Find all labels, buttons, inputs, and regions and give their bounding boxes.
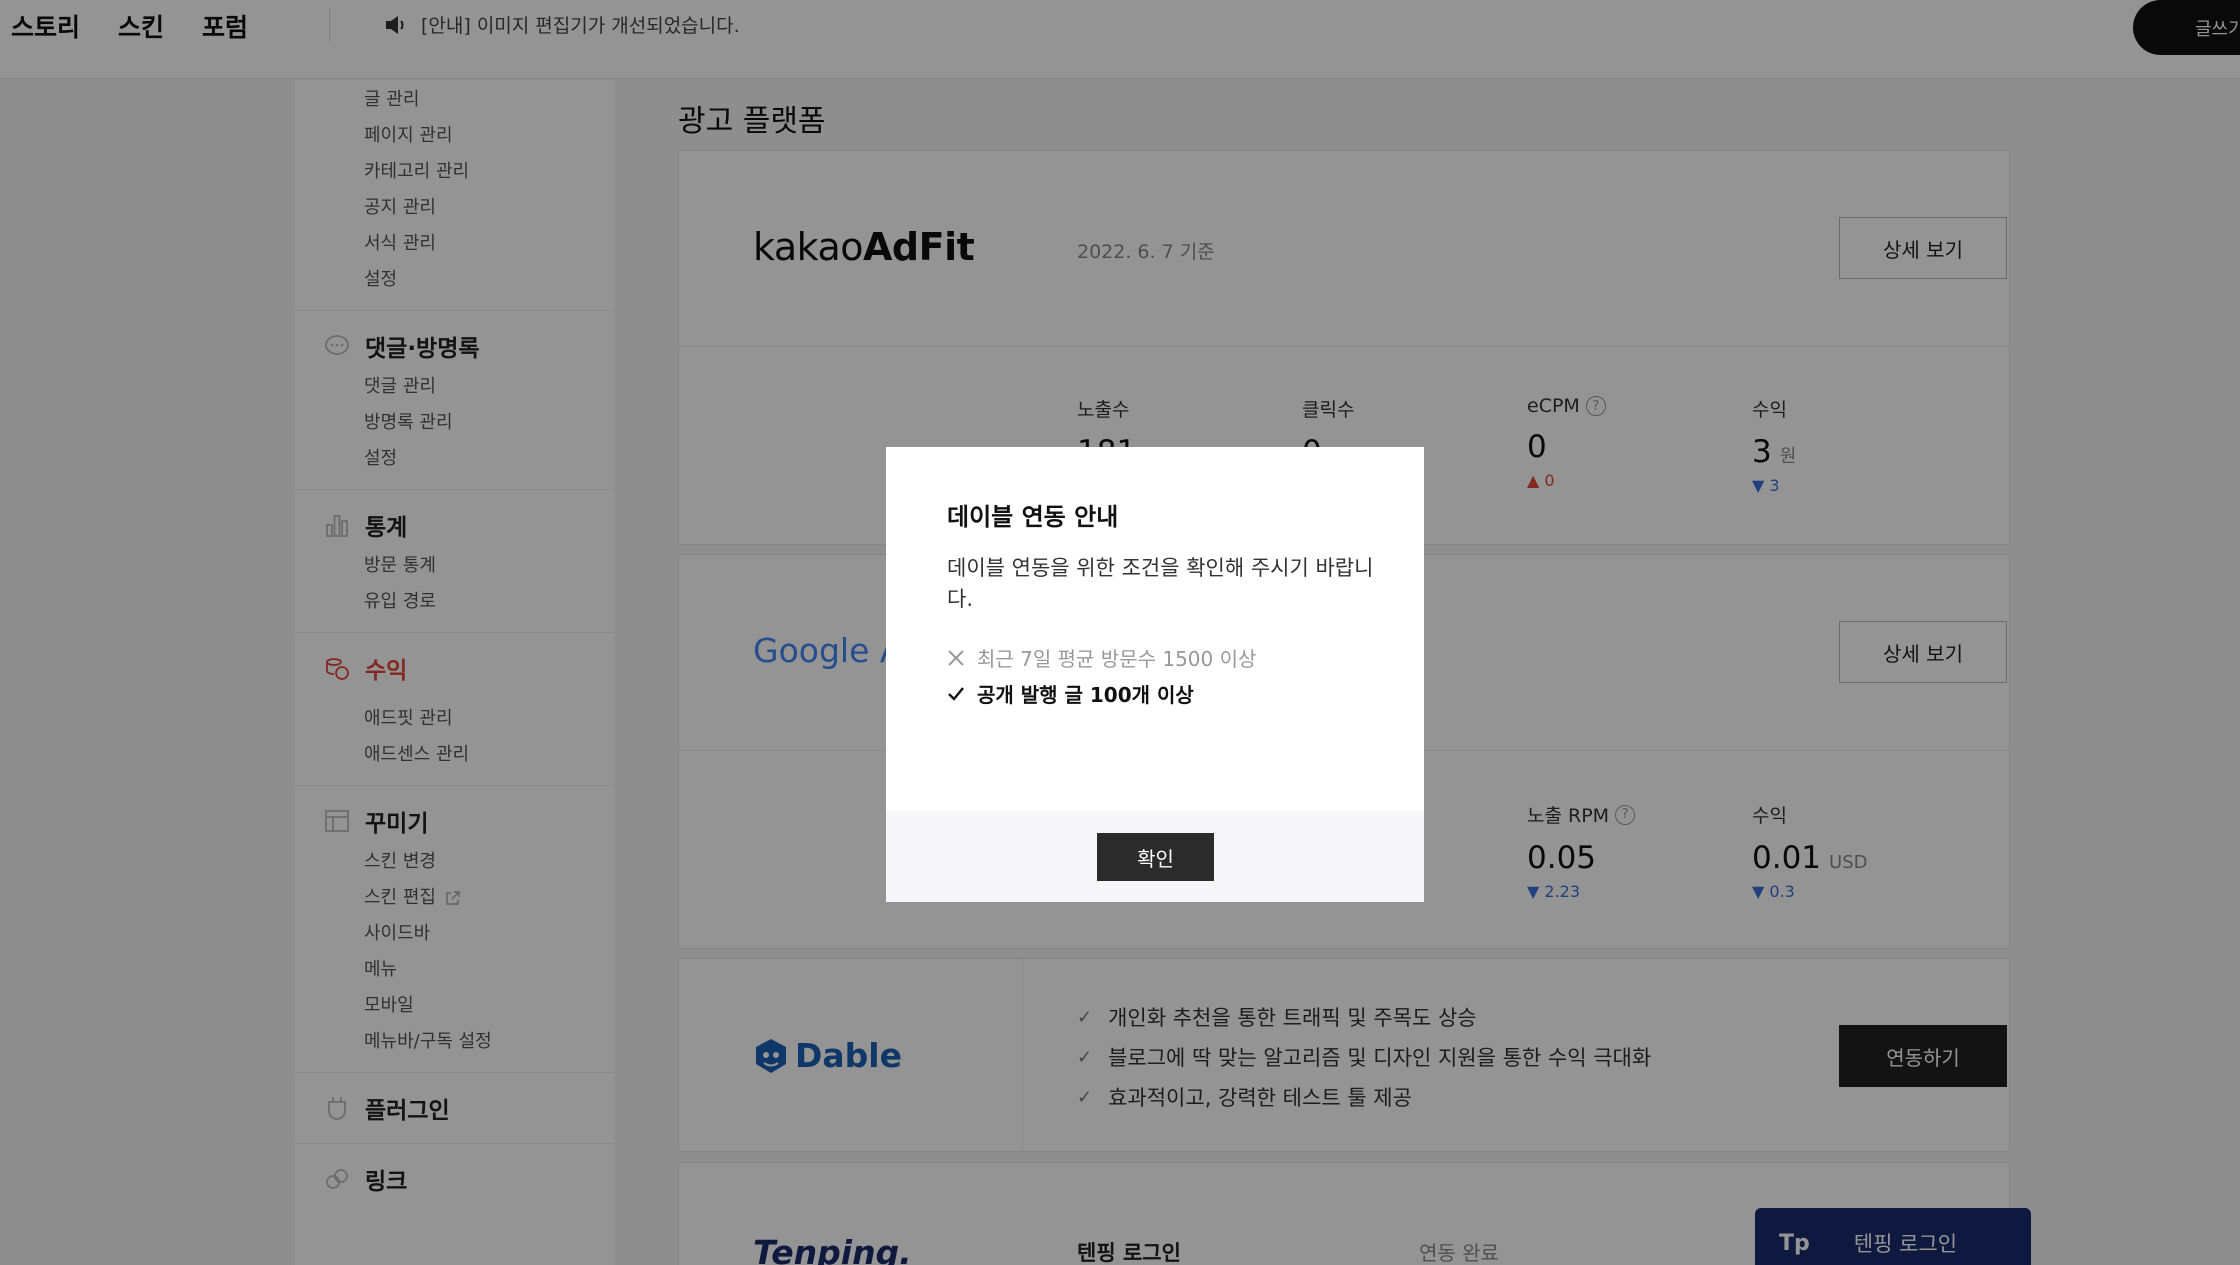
condition-text: 최근 7일 평균 방문수 1500 이상	[977, 647, 1257, 671]
modal-title: 데이블 연동 안내	[947, 503, 1119, 531]
modal-overlay[interactable]: 데이블 연동 안내 데이블 연동을 위한 조건을 확인해 주시기 바랍니다. 최…	[0, 0, 2240, 1265]
condition-visits: 최근 7일 평균 방문수 1500 이상	[947, 643, 1256, 672]
modal-description: 데이블 연동을 위한 조건을 확인해 주시기 바랍니다.	[947, 556, 1374, 611]
condition-posts: 공개 발행 글 100개 이상	[947, 679, 1194, 708]
check-icon	[948, 686, 964, 701]
dable-modal: 데이블 연동 안내 데이블 연동을 위한 조건을 확인해 주시기 바랍니다. 최…	[886, 447, 1424, 902]
confirm-button[interactable]: 확인	[1097, 833, 1214, 881]
x-icon	[948, 649, 964, 666]
condition-text: 공개 발행 글 100개 이상	[977, 683, 1194, 707]
modal-footer: 확인	[886, 811, 1424, 902]
